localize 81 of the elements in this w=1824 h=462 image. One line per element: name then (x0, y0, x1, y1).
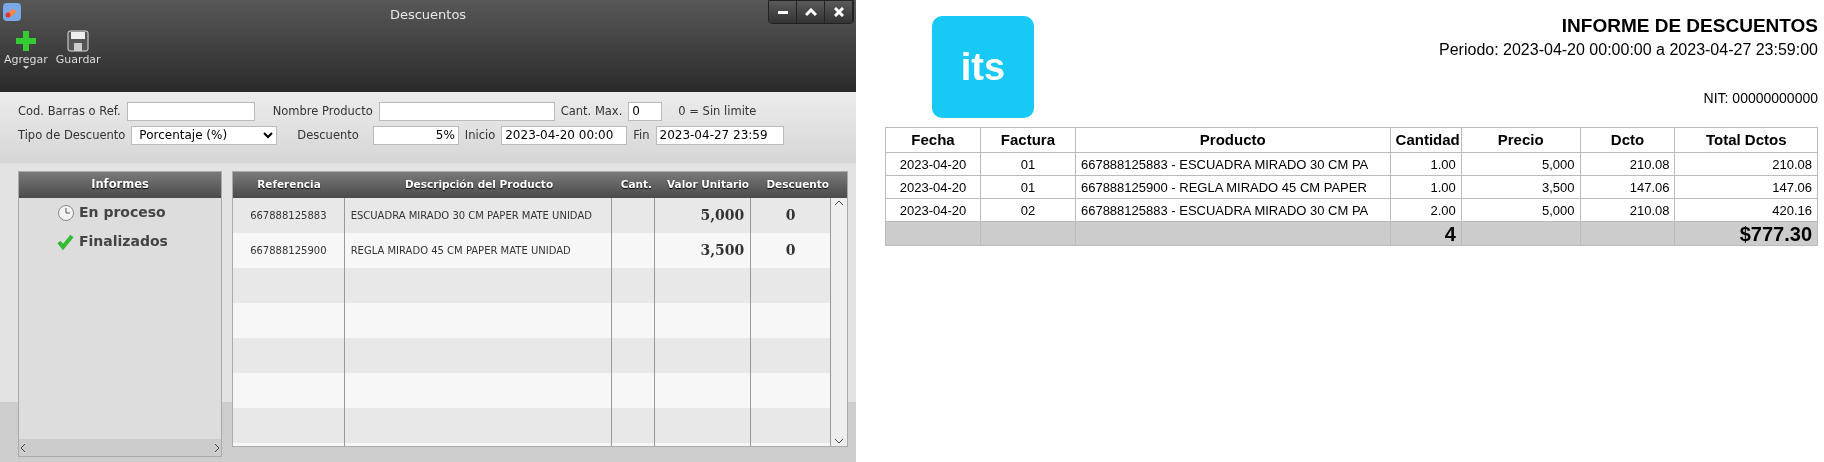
input-field[interactable] (378, 101, 555, 121)
column-header[interactable]: Descripción del Producto (345, 177, 613, 193)
field-label: Inicio (464, 126, 496, 144)
table-cell-text: 5,000 (699, 206, 746, 225)
table-cell: 2023-04-20 (885, 152, 981, 176)
table-cell: 210.08 (1674, 152, 1818, 176)
maximize-icon (804, 7, 817, 17)
table-cell: 210.08 (1580, 152, 1675, 176)
field-label: Cod. Barras o Ref. (18, 102, 121, 120)
scroll-down-icon[interactable] (833, 436, 845, 446)
close-icon (833, 7, 844, 17)
dropdown[interactable]: Porcentaje (%) (131, 125, 278, 145)
table-cell-text: 0 (784, 241, 797, 260)
table-cell: 02 (980, 198, 1076, 222)
field-label: Fin (633, 126, 650, 144)
maximize-button[interactable] (797, 1, 825, 23)
field-label: Nombre Producto (272, 102, 373, 120)
scroll-up-icon[interactable] (833, 198, 845, 208)
column-header[interactable]: Referencia (233, 177, 345, 193)
column-header[interactable]: Descuento (753, 177, 833, 193)
scrollbar[interactable] (19, 439, 221, 456)
table-cell: 667888125883 - ESCUADRA MIRADO 30 CM PA (1075, 198, 1391, 222)
report-period: Periodo: 2023-04-20 00:00:00 a 2023-04-27 23:59:00 (1438, 39, 1818, 60)
column-header: Factura (980, 127, 1076, 153)
logo: its (932, 16, 1034, 118)
plus-icon (13, 28, 38, 53)
column-header: Producto (1075, 127, 1391, 153)
column-header: Precio (1461, 127, 1580, 153)
minimize-button[interactable] (769, 1, 797, 23)
table-cell: 667888125883 - ESCUADRA MIRADO 30 CM PA (1075, 152, 1391, 176)
add-button[interactable]: Agregar (2, 28, 50, 69)
table-cell: 01 (980, 175, 1076, 199)
table-cell: 147.06 (1674, 175, 1818, 199)
input-field[interactable]: 2023-04-20 00:00 (501, 125, 628, 145)
input-field[interactable]: 0 (628, 101, 663, 121)
table-cell: 5,000 (1461, 198, 1580, 222)
minimize-icon (777, 10, 788, 14)
table-cell-text: 667888125900 (249, 244, 328, 258)
column-header[interactable]: Cant. (613, 177, 656, 193)
save-button[interactable]: Guardar (53, 28, 103, 69)
panel-header: Informes (19, 172, 221, 198)
table-cell: 147.06 (1580, 175, 1675, 199)
table-cell: 3,500 (1461, 175, 1580, 199)
table-cell: 2023-04-20 (885, 198, 981, 222)
total-amount: $777.30 (1674, 221, 1818, 246)
table-cell-text: 3,500 (699, 241, 746, 260)
input-field[interactable]: 2023-04-27 23:59 (655, 125, 784, 145)
list-item[interactable]: En proceso (19, 198, 221, 227)
list-item[interactable]: Finalizados (19, 227, 221, 256)
table-cell: 1.00 (1390, 175, 1462, 199)
column-header: Cantidad (1390, 127, 1462, 153)
table-cell: 1.00 (1390, 152, 1462, 176)
column-header: Dcto (1580, 127, 1675, 153)
input-field[interactable]: 5% (372, 125, 459, 145)
hint-text: 0 = Sin limite (678, 102, 757, 120)
scrollbar[interactable] (831, 198, 847, 446)
table-cell-text: 667888125883 (249, 209, 328, 223)
app-icon (2, 2, 22, 22)
check-icon (57, 232, 75, 251)
column-header: Total Dctos (1674, 127, 1818, 153)
column-header: Fecha (885, 127, 981, 153)
table-cell: 667888125900 - REGLA MIRADO 45 CM PAPER (1075, 175, 1391, 199)
table-cell: 210.08 (1580, 198, 1675, 222)
table-cell: 2.00 (1390, 198, 1462, 222)
field-label: Tipo de Descuento (18, 126, 126, 144)
clock-icon (57, 203, 75, 222)
window-title: Descuentos (389, 6, 467, 24)
table-cell-text: ESCUADRA MIRADO 30 CM PAPER MATE UNIDAD (349, 209, 593, 223)
close-button[interactable] (825, 1, 853, 23)
field-label: Cant. Max. (560, 102, 623, 120)
input-field[interactable] (126, 101, 255, 121)
table-cell: 5,000 (1461, 152, 1580, 176)
table-cell: 420.16 (1674, 198, 1818, 222)
tax-id: NIT: 00000000000 (1702, 88, 1818, 108)
table-cell: 01 (980, 152, 1076, 176)
field-label: Descuento (297, 126, 359, 144)
table-cell: 2023-04-20 (885, 175, 981, 199)
report-title: INFORME DE DESCUENTOS (1560, 14, 1818, 38)
table-cell-text: 0 (784, 206, 797, 225)
table-cell-text: REGLA MIRADO 45 CM PAPER MATE UNIDAD (349, 244, 572, 258)
column-header[interactable]: Valor Unitario (656, 177, 753, 193)
